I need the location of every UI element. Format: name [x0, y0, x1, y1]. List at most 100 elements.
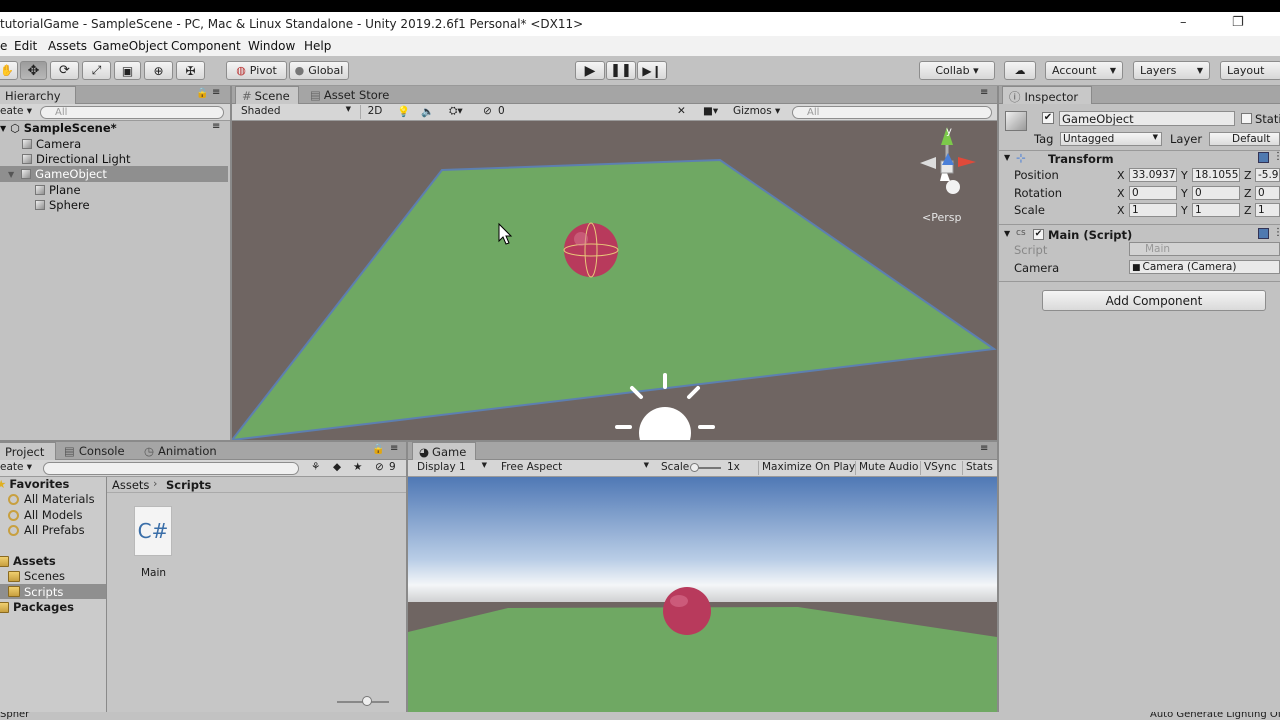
project-create-dropdown[interactable]: eate ▾: [0, 461, 32, 475]
layout-dropdown[interactable]: Layout: [1220, 61, 1280, 80]
camera-dropdown-icon[interactable]: ■▾: [700, 105, 718, 119]
menu-window[interactable]: Window: [248, 39, 295, 53]
layers-dropdown[interactable]: Layers ▼: [1133, 61, 1210, 80]
static-checkbox[interactable]: [1241, 113, 1252, 124]
favorite-all-models[interactable]: All Models: [8, 508, 82, 522]
scene-search-input[interactable]: All: [792, 106, 992, 119]
component-settings-icon[interactable]: ⋮: [1273, 151, 1280, 162]
hierarchy-item-directional-light[interactable]: Directional Light: [22, 151, 131, 167]
maximize-button[interactable]: ❐: [1232, 15, 1244, 30]
lock-icon[interactable]: 🔒: [372, 444, 384, 455]
hidden-packages-icon[interactable]: ⊘: [372, 461, 384, 475]
csharp-file-icon[interactable]: C#: [134, 506, 172, 556]
transform-tool-button[interactable]: ⊕: [144, 61, 173, 80]
help-book-icon[interactable]: [1258, 152, 1269, 163]
plane-object[interactable]: [232, 158, 997, 440]
scale-tool-button[interactable]: ⤢: [82, 61, 111, 80]
component-settings-icon[interactable]: ⋮: [1273, 227, 1280, 238]
breadcrumb-scripts[interactable]: Scripts: [166, 478, 211, 492]
tab-hierarchy[interactable]: Hierarchy: [0, 86, 76, 104]
aspect-dropdown[interactable]: Free Aspect ▼: [498, 461, 652, 475]
favorite-all-prefabs[interactable]: All Prefabs: [8, 523, 85, 537]
packages-folder-row[interactable]: Packages: [0, 600, 74, 614]
minimize-button[interactable]: –: [1180, 15, 1187, 30]
menu-help[interactable]: Help: [304, 39, 331, 53]
camera-field[interactable]: ■ Camera (Camera): [1129, 260, 1280, 274]
hidden-objects-icon[interactable]: ⊘: [480, 105, 492, 119]
hierarchy-item-camera[interactable]: Camera: [22, 136, 81, 152]
assets-folder-row[interactable]: Assets: [0, 554, 56, 568]
scale-x-field[interactable]: 1: [1129, 203, 1177, 217]
add-component-button[interactable]: Add Component: [1042, 290, 1266, 311]
hand-tool-button[interactable]: ✋: [0, 61, 18, 80]
tab-inspector[interactable]: ⓘ Inspector: [1002, 86, 1092, 104]
panel-menu-icon[interactable]: ≡: [390, 443, 398, 454]
hierarchy-search-input[interactable]: All: [40, 106, 224, 119]
game-viewport[interactable]: [408, 477, 997, 712]
mute-audio-toggle[interactable]: Mute Audio: [855, 461, 918, 475]
menu-assets[interactable]: Assets: [48, 39, 87, 53]
tab-scene[interactable]: # Scene: [235, 86, 299, 104]
hierarchy-item-sphere[interactable]: Sphere: [35, 197, 90, 213]
menu-file[interactable]: e: [0, 39, 7, 53]
rotation-x-field[interactable]: 0: [1129, 186, 1177, 200]
active-checkbox[interactable]: ✔: [1042, 112, 1054, 124]
position-y-field[interactable]: 18.1055: [1192, 168, 1240, 182]
cloud-button[interactable]: ☁: [1004, 61, 1036, 80]
gizmos-dropdown[interactable]: Gizmos ▾: [730, 105, 780, 119]
pivot-toggle[interactable]: ◍ Pivot: [226, 61, 287, 80]
favorite-star-icon[interactable]: ★: [350, 461, 362, 475]
favorites-row[interactable]: ★ Favorites: [0, 477, 69, 491]
tab-console[interactable]: ▤ Console: [58, 442, 138, 460]
menu-gameobject[interactable]: GameObject: [93, 39, 168, 53]
panel-menu-icon[interactable]: ≡: [980, 87, 988, 98]
maximize-on-play-toggle[interactable]: Maximize On Play: [758, 461, 855, 475]
orientation-gizmo[interactable]: [920, 127, 976, 194]
script-component-header[interactable]: ▼ cs ✔ Main (Script) ⋮: [999, 227, 1280, 243]
rotation-y-field[interactable]: 0: [1192, 186, 1240, 200]
tab-asset-store[interactable]: ▤ Asset Store: [304, 86, 398, 104]
icon-size-slider-thumb[interactable]: [362, 696, 372, 706]
splitter-vertical[interactable]: [230, 86, 232, 440]
custom-tool-button[interactable]: ✠: [176, 61, 205, 80]
file-name-main[interactable]: Main: [141, 567, 166, 579]
audio-toggle-icon[interactable]: 🔈: [418, 105, 434, 119]
sphere-object[interactable]: [563, 222, 619, 278]
rect-tool-button[interactable]: ▣: [114, 61, 141, 80]
step-button[interactable]: ▶❙: [637, 61, 667, 80]
scene-menu-icon[interactable]: ≡: [212, 121, 220, 132]
layer-dropdown[interactable]: Default: [1209, 132, 1280, 146]
menu-edit[interactable]: Edit: [14, 39, 37, 53]
scale-slider-thumb[interactable]: [690, 463, 699, 472]
filter-label-icon[interactable]: ◆: [330, 461, 341, 475]
tab-project[interactable]: Project: [0, 442, 56, 460]
lighting-toggle-icon[interactable]: 💡: [394, 105, 410, 119]
filter-type-icon[interactable]: ⚘: [308, 461, 320, 475]
hierarchy-item-gameobject[interactable]: ▼ GameObject: [0, 166, 228, 182]
play-button[interactable]: ▶: [575, 61, 605, 80]
move-tool-button[interactable]: ✥: [20, 61, 47, 80]
help-book-icon[interactable]: [1258, 228, 1269, 239]
favorite-all-materials[interactable]: All Materials: [8, 492, 95, 506]
breadcrumb-assets[interactable]: Assets: [112, 478, 149, 492]
rotate-tool-button[interactable]: ⟳: [50, 61, 79, 80]
project-search-input[interactable]: [43, 462, 299, 475]
global-toggle[interactable]: ● Global: [289, 61, 349, 80]
panel-menu-icon[interactable]: ≡: [212, 87, 220, 98]
hierarchy-scene-row[interactable]: ▼ ⬡ SampleScene* ≡: [0, 120, 230, 136]
object-name-field[interactable]: GameObject: [1059, 111, 1235, 126]
scale-y-field[interactable]: 1: [1192, 203, 1240, 217]
position-x-field[interactable]: 33.0937: [1129, 168, 1177, 182]
folder-scripts[interactable]: Scripts: [0, 584, 106, 599]
folder-scenes[interactable]: Scenes: [8, 569, 65, 583]
tab-animation[interactable]: ◷ Animation: [138, 442, 230, 460]
scale-z-field[interactable]: 1: [1255, 203, 1280, 217]
panel-menu-icon[interactable]: ≡: [980, 443, 988, 454]
menu-component[interactable]: Component: [171, 39, 241, 53]
tab-game[interactable]: ◕ Game: [412, 442, 476, 460]
account-dropdown[interactable]: Account ▼: [1045, 61, 1123, 80]
persp-label[interactable]: <Persp: [922, 211, 961, 224]
tag-dropdown[interactable]: Untagged ▼: [1060, 132, 1162, 146]
2d-toggle[interactable]: 2D: [360, 105, 386, 119]
rotation-z-field[interactable]: 0: [1255, 186, 1280, 200]
